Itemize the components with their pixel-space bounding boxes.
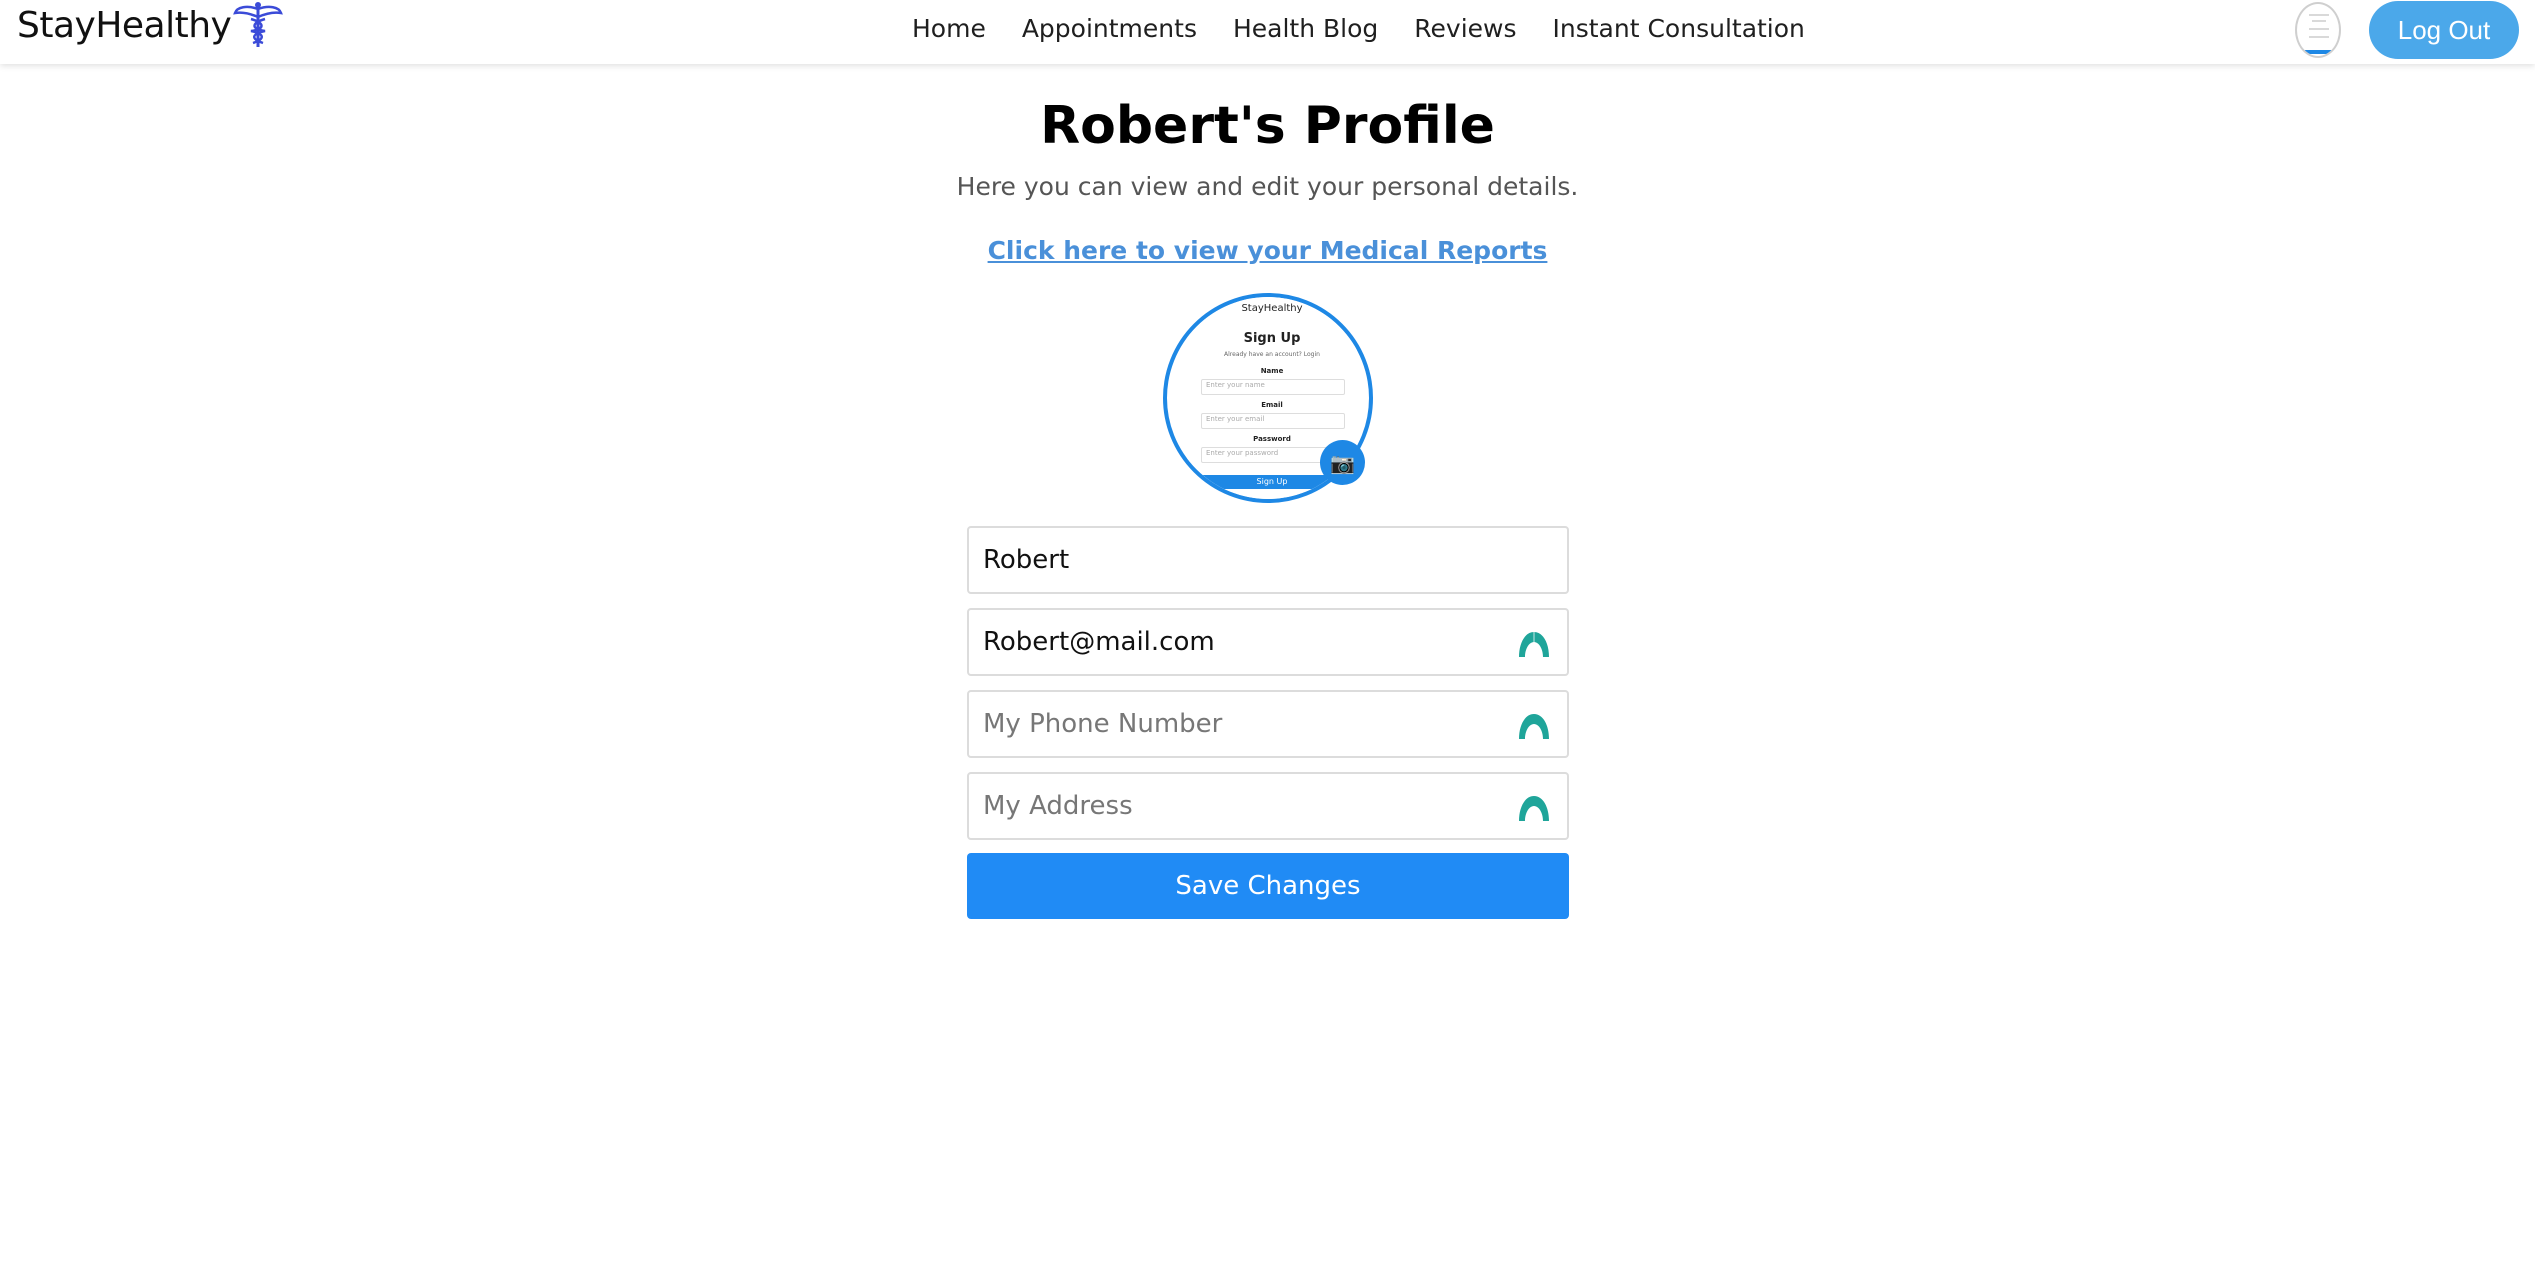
name-field[interactable] bbox=[967, 526, 1569, 594]
address-input[interactable] bbox=[983, 774, 1483, 838]
medical-reports-link[interactable]: Click here to view your Medical Reports bbox=[0, 236, 2535, 265]
edit-icon[interactable] bbox=[1517, 629, 1551, 659]
nav-link-instant-consultation[interactable]: Instant Consultation bbox=[1553, 14, 1805, 43]
address-field[interactable] bbox=[967, 772, 1569, 840]
preview-heading: Sign Up bbox=[1243, 331, 1301, 346]
nav-link-appointments[interactable]: Appointments bbox=[1022, 14, 1197, 43]
change-photo-button[interactable]: 📷 bbox=[1320, 440, 1365, 485]
phone-input[interactable] bbox=[983, 692, 1483, 756]
nav-links: Home Appointments Health Blog Reviews In… bbox=[912, 14, 1841, 43]
preview-name-placeholder: Enter your name bbox=[1206, 381, 1265, 389]
navbar: StayHealthy Home Appointments Health Blo… bbox=[0, 0, 2535, 64]
nav-link-health-blog[interactable]: Health Blog bbox=[1233, 14, 1378, 43]
camera-icon: 📷 bbox=[1330, 450, 1355, 475]
edit-icon[interactable] bbox=[1517, 793, 1551, 823]
name-input[interactable] bbox=[983, 528, 1483, 592]
page-title: Robert's Profile bbox=[1040, 96, 1495, 156]
preview-name-label: Name bbox=[1260, 367, 1284, 375]
preview-password-placeholder: Enter your password bbox=[1206, 449, 1279, 457]
edit-icon[interactable] bbox=[1517, 711, 1551, 741]
preview-email-placeholder: Enter your email bbox=[1206, 415, 1265, 423]
user-avatar[interactable] bbox=[2295, 2, 2341, 58]
logout-button[interactable]: Log Out bbox=[2369, 1, 2519, 59]
brand-logo[interactable]: StayHealthy bbox=[17, 0, 284, 50]
preview-brand: StayHealthy bbox=[1241, 303, 1303, 314]
nav-link-reviews[interactable]: Reviews bbox=[1414, 14, 1516, 43]
preview-signup-button: Sign Up bbox=[1201, 475, 1343, 489]
brand-name: StayHealthy bbox=[17, 4, 232, 46]
email-input[interactable] bbox=[983, 610, 1483, 674]
phone-field[interactable] bbox=[967, 690, 1569, 758]
caduceus-icon bbox=[233, 2, 284, 47]
nav-link-home[interactable]: Home bbox=[912, 14, 986, 43]
preview-email-label: Email bbox=[1261, 401, 1283, 409]
preview-login-prompt: Already have an account? Login bbox=[1224, 351, 1320, 358]
email-field[interactable] bbox=[967, 608, 1569, 676]
save-changes-button[interactable]: Save Changes bbox=[967, 853, 1569, 919]
page-subtitle: Here you can view and edit your personal… bbox=[956, 172, 1579, 201]
